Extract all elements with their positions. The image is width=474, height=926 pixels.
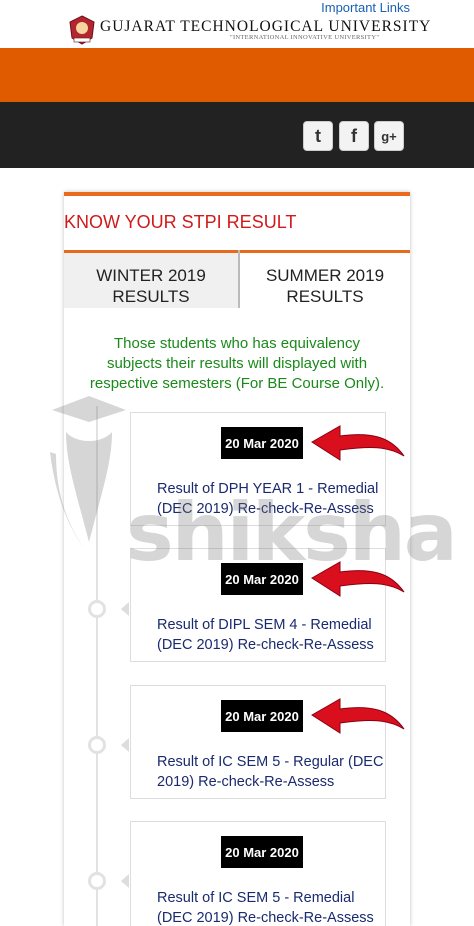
timeline-dot [88, 872, 106, 890]
timeline-dot [88, 600, 106, 618]
result-link[interactable]: Result of IC SEM 5 - Remedial (DEC 2019)… [157, 888, 385, 926]
date-badge: 20 Mar 2020 [221, 836, 303, 868]
result-link[interactable]: Result of IC SEM 5 - Regular (DEC 2019) … [157, 752, 385, 792]
result-item: 20 Mar 2020 Result of IC SEM 5 - Remedia… [130, 821, 386, 926]
red-arrow-icon [311, 561, 405, 597]
gtu-logo-icon [69, 15, 95, 45]
tab-label-line2: RESULTS [286, 287, 364, 306]
result-card: KNOW YOUR STPI RESULT WINTER 2019 RESULT… [64, 192, 410, 926]
timeline-pointer-icon [121, 738, 129, 752]
timeline-pointer-icon [121, 602, 129, 616]
timeline-line [96, 406, 98, 926]
date-badge: 20 Mar 2020 [221, 427, 303, 459]
timeline-dot [88, 736, 106, 754]
date-badge: 20 Mar 2020 [221, 700, 303, 732]
important-links-link[interactable]: Important Links [321, 0, 410, 15]
result-tabs: WINTER 2019 RESULTS SUMMER 2019 RESULTS [64, 250, 410, 308]
card-title: KNOW YOUR STPI RESULT [64, 212, 297, 232]
red-arrow-icon [311, 698, 405, 734]
tab-summer-2019[interactable]: SUMMER 2019 RESULTS [240, 250, 410, 308]
university-tagline: "INTERNATIONAL INNOVATIVE UNIVERSITY" [230, 34, 380, 41]
googleplus-icon[interactable]: g+ [374, 121, 404, 151]
twitter-icon[interactable]: t [303, 121, 333, 151]
tab-label-line1: WINTER 2019 [96, 266, 206, 285]
equivalency-notice: Those students who has equivalency subje… [89, 335, 385, 392]
facebook-icon[interactable]: f [339, 121, 369, 151]
tab-winter-2019[interactable]: WINTER 2019 RESULTS [64, 250, 238, 308]
result-link[interactable]: Result of DIPL SEM 4 - Remedial (DEC 201… [157, 615, 385, 655]
timeline-pointer-icon [121, 874, 129, 888]
tab-label-line1: SUMMER 2019 [265, 266, 385, 285]
tab-label-line2: RESULTS [112, 287, 190, 306]
red-arrow-icon [311, 425, 405, 461]
site-header: Important Links GUJARAT TECHNOLOGICAL UN… [0, 0, 474, 48]
date-badge: 20 Mar 2020 [221, 563, 303, 595]
orange-nav-band [0, 48, 474, 102]
result-link[interactable]: Result of DPH YEAR 1 - Remedial (DEC 201… [157, 479, 385, 519]
